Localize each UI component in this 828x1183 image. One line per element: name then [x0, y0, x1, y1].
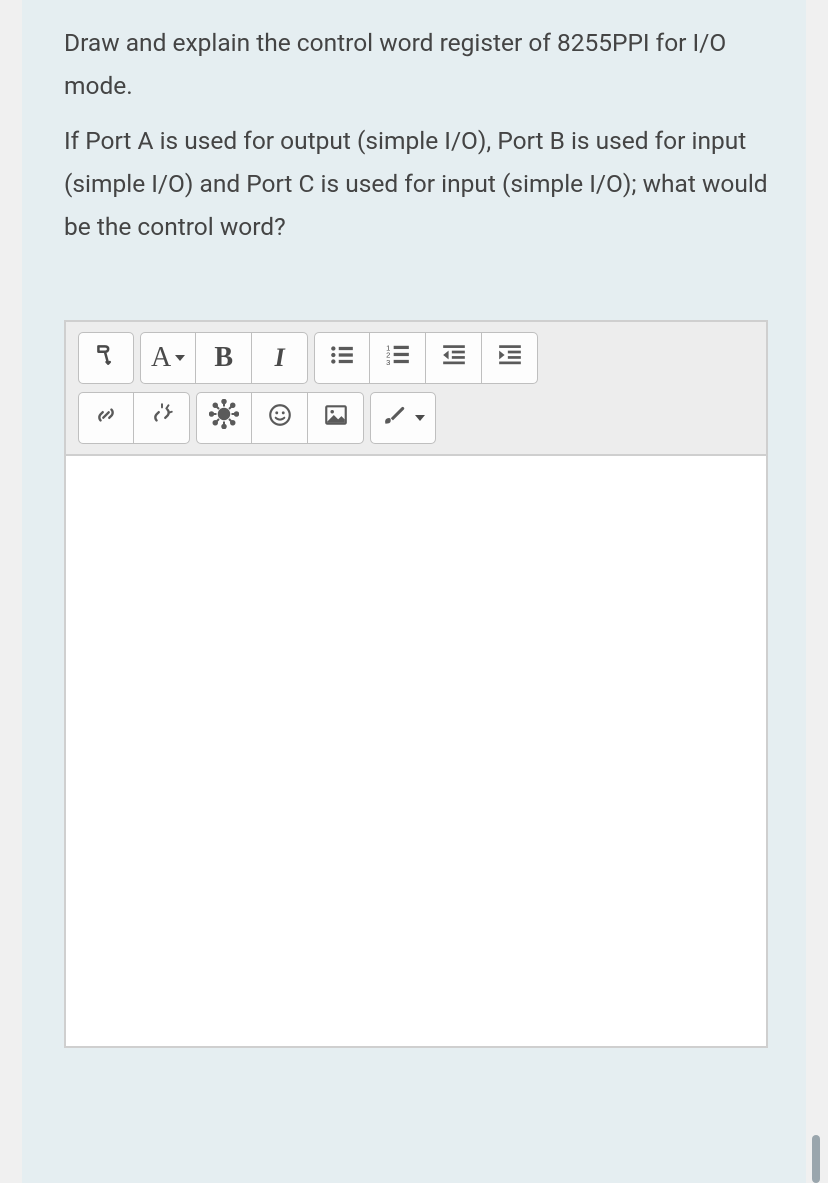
- rich-text-editor: A B I: [64, 320, 768, 1048]
- bold-label: B: [214, 342, 233, 374]
- question-text: Draw and explain the control word regist…: [64, 22, 768, 248]
- italic-button[interactable]: I: [252, 332, 308, 384]
- editor-toolbar: A B I: [66, 322, 766, 456]
- font-dropdown-button[interactable]: A: [140, 332, 196, 384]
- number-list-icon: 1 2 3: [385, 342, 411, 375]
- virus-icon: [209, 399, 239, 437]
- outdent-icon: [441, 342, 467, 375]
- brush-dropdown-button[interactable]: [370, 392, 436, 444]
- bullet-list-button[interactable]: [314, 332, 370, 384]
- virus-button[interactable]: [196, 392, 252, 444]
- italic-label: I: [275, 343, 285, 373]
- scrollbar-thumb[interactable]: [812, 1135, 820, 1183]
- image-icon: [323, 402, 349, 435]
- chevron-down-icon: [175, 355, 185, 361]
- paragraph-button[interactable]: [78, 332, 134, 384]
- editor-textarea[interactable]: [66, 456, 766, 1046]
- page-container: Draw and explain the control word regist…: [0, 0, 828, 1183]
- link-icon: [93, 402, 119, 435]
- brush-icon: [381, 402, 407, 435]
- bold-button[interactable]: B: [196, 332, 252, 384]
- question-paragraph-2: If Port A is used for output (simple I/O…: [64, 120, 768, 249]
- bullet-list-icon: [329, 342, 355, 375]
- svg-text:3: 3: [386, 358, 390, 367]
- image-button[interactable]: [308, 392, 364, 444]
- chevron-down-icon: [415, 415, 425, 421]
- toolbar-row-1: A B I: [78, 332, 754, 384]
- indent-icon: [497, 342, 523, 375]
- link-button[interactable]: [78, 392, 134, 444]
- indent-button[interactable]: [482, 332, 538, 384]
- content-area: Draw and explain the control word regist…: [22, 0, 806, 1048]
- unlink-icon: [149, 402, 175, 435]
- paragraph-icon: [93, 342, 119, 375]
- unlink-button[interactable]: [134, 392, 190, 444]
- smiley-icon: [267, 402, 293, 435]
- smiley-button[interactable]: [252, 392, 308, 444]
- font-label: A: [151, 342, 171, 374]
- question-paragraph-1: Draw and explain the control word regist…: [64, 22, 768, 108]
- outdent-button[interactable]: [426, 332, 482, 384]
- number-list-button[interactable]: 1 2 3: [370, 332, 426, 384]
- toolbar-row-2: [78, 392, 754, 444]
